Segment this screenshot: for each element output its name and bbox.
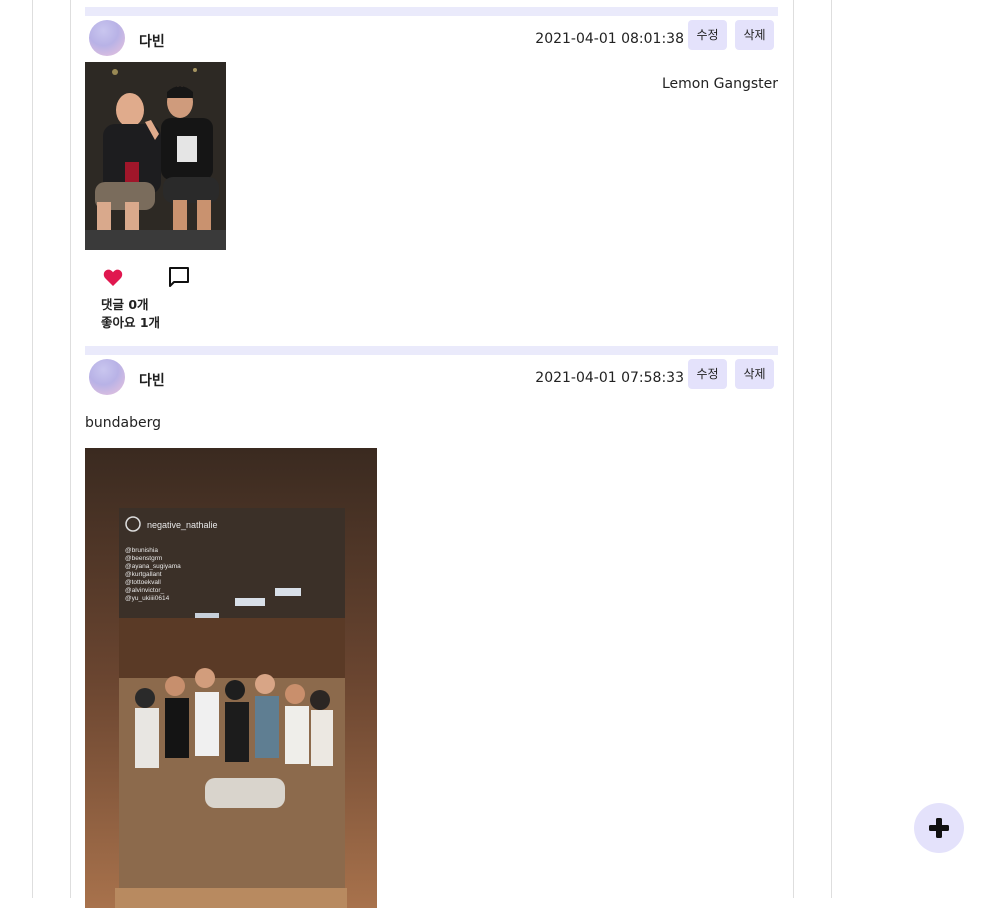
edit-button[interactable]: 수정 xyxy=(688,20,727,50)
comment-count[interactable]: 댓글 0개 xyxy=(101,296,160,314)
post-caption: bundaberg xyxy=(85,415,161,431)
author-name[interactable]: 다빈 xyxy=(139,31,165,51)
post-header: 다빈 2021-04-01 07:58:33 수정 삭제 xyxy=(85,355,778,401)
overlay-tag: @ayana_sugiyama xyxy=(125,563,181,570)
post-counts: 댓글 0개 좋아요 1개 xyxy=(101,296,160,332)
post-caption: Lemon Gangster xyxy=(661,76,778,92)
post-divider xyxy=(85,7,778,16)
avatar[interactable] xyxy=(89,359,125,395)
overlay-tag: @tottoekvall xyxy=(125,579,161,586)
post-timestamp: 2021-04-01 07:58:33 xyxy=(535,370,684,386)
post-timestamp: 2021-04-01 08:01:38 xyxy=(535,31,684,47)
overlay-tag: @alvinvictor_ xyxy=(125,587,164,594)
add-post-button[interactable] xyxy=(914,803,964,853)
post-divider xyxy=(85,346,778,355)
overlay-tag: @kurtgallant xyxy=(125,571,162,578)
like-count[interactable]: 좋아요 1개 xyxy=(101,314,160,332)
avatar[interactable] xyxy=(89,20,125,56)
comment-icon[interactable] xyxy=(167,265,191,289)
delete-button[interactable]: 삭제 xyxy=(735,20,774,50)
overlay-username: negative_nathalie xyxy=(147,520,218,530)
overlay-tag: @brunishia xyxy=(125,547,158,554)
photo-illustration: negative_nathalie @brunishia @beenstgrm … xyxy=(85,448,377,908)
post-photo[interactable] xyxy=(85,62,226,250)
photo-illustration xyxy=(85,62,226,250)
delete-button[interactable]: 삭제 xyxy=(735,359,774,389)
post-card: 다빈 2021-04-01 08:01:38 수정 삭제 Lemon Gangs… xyxy=(85,7,778,330)
post-card: 다빈 2021-04-01 07:58:33 수정 삭제 bundaberg n… xyxy=(85,346,778,908)
edit-button[interactable]: 수정 xyxy=(688,359,727,389)
post-header: 다빈 2021-04-01 08:01:38 수정 삭제 xyxy=(85,16,778,62)
overlay-tag: @beenstgrm xyxy=(125,555,162,562)
heart-icon[interactable] xyxy=(101,265,125,289)
author-name[interactable]: 다빈 xyxy=(139,370,165,390)
plus-icon xyxy=(929,818,949,838)
overlay-tag: @yu_ukiiii0614 xyxy=(125,595,170,602)
post-photo[interactable]: negative_nathalie @brunishia @beenstgrm … xyxy=(85,448,377,908)
